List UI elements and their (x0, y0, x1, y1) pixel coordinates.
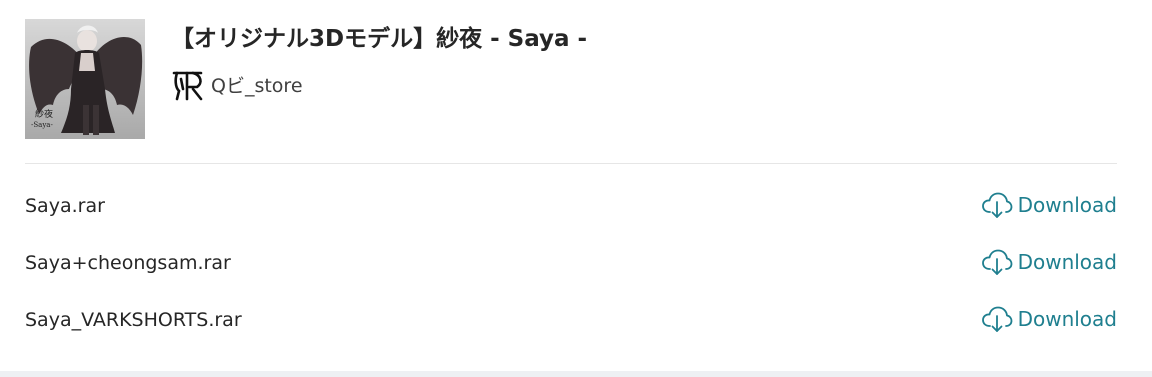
cloud-download-icon (981, 306, 1012, 332)
download-button[interactable]: Download (981, 248, 1117, 276)
product-title[interactable]: 【オリジナル3Dモデル】紗夜 - Saya - (171, 23, 587, 55)
cloud-download-icon (981, 192, 1012, 218)
download-label: Download (1017, 307, 1117, 331)
shop-logo-icon (172, 71, 203, 101)
file-name: Saya+cheongsam.rar (25, 252, 231, 274)
product-header: 紗夜 -Saya- 【オリジナル3Dモデル】紗夜 - Saya - Qビ_sto… (25, 19, 1117, 139)
shop-name: Qビ_store (211, 75, 303, 97)
file-name: Saya_VARKSHORTS.rar (25, 309, 242, 331)
file-row: Saya_VARKSHORTS.rar Download (25, 300, 1117, 340)
download-label: Download (1017, 250, 1117, 274)
divider (25, 163, 1117, 164)
cloud-download-icon (981, 249, 1012, 275)
thumbnail-caption: 紗夜 (35, 110, 54, 120)
download-label: Download (1017, 193, 1117, 217)
file-row: Saya+cheongsam.rar Download (25, 243, 1117, 283)
file-row: Saya.rar Download (25, 186, 1117, 226)
download-page: 紗夜 -Saya- 【オリジナル3Dモデル】紗夜 - Saya - Qビ_sto… (0, 0, 1152, 377)
thumbnail-subcaption: -Saya- (31, 121, 53, 129)
product-thumbnail[interactable]: 紗夜 -Saya- (25, 19, 145, 139)
download-button[interactable]: Download (981, 305, 1117, 333)
download-button[interactable]: Download (981, 191, 1117, 219)
footer-strip (0, 371, 1152, 377)
file-name: Saya.rar (25, 195, 105, 217)
shop-link[interactable]: Qビ_store (171, 69, 303, 103)
